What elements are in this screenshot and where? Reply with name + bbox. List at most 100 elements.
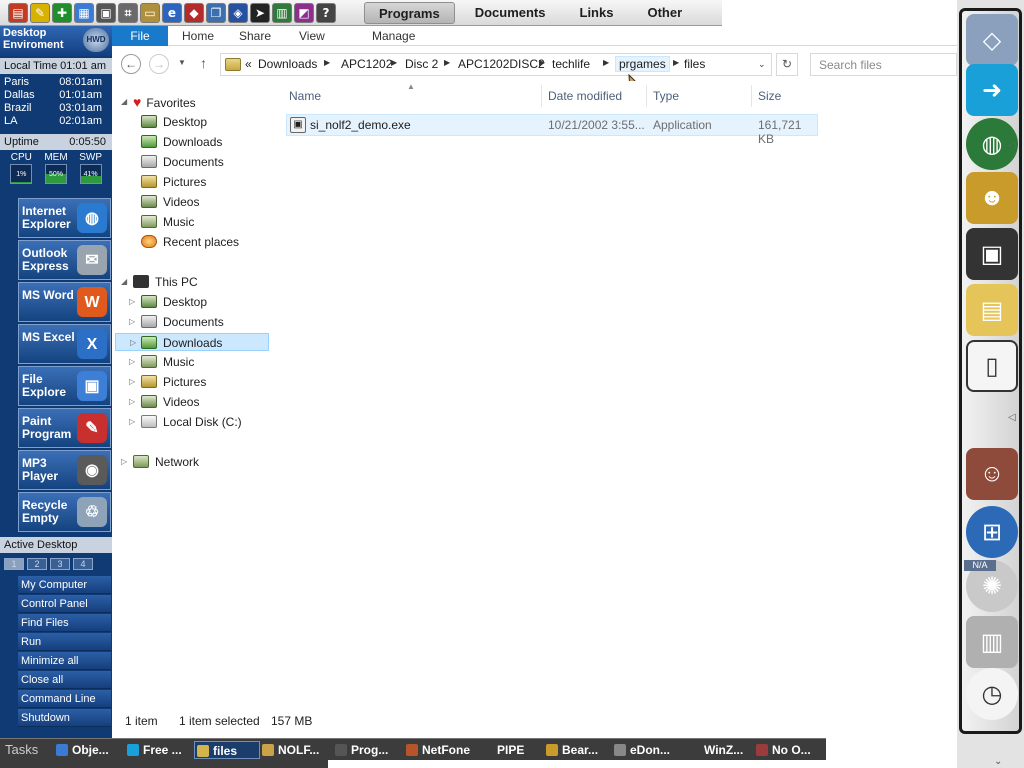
bookmark-icon[interactable]: ◆	[184, 3, 204, 23]
trash-icon[interactable]: ▥	[966, 616, 1018, 668]
tab-home[interactable]: Home	[182, 26, 214, 46]
launcher-speaker[interactable]: MP3 Player ◉	[18, 450, 111, 490]
menu-find-files[interactable]: Find Files	[18, 614, 111, 632]
file-row[interactable]: ▣ si_nolf2_demo.exe 10/21/2002 3:55... A…	[286, 114, 818, 146]
taskbar-item[interactable]: eDon...	[614, 741, 670, 759]
column-name[interactable]: Name	[289, 89, 321, 103]
chevron-right-icon[interactable]: ▶	[673, 58, 679, 67]
shield-icon[interactable]: ◈	[228, 3, 248, 23]
dock-arrow-icon[interactable]: ◁	[1008, 140, 1016, 151]
tree-fav-desktop[interactable]: Desktop	[141, 113, 207, 131]
tab-manage[interactable]: Manage	[372, 26, 415, 46]
expand-arrow-icon[interactable]: ▷	[129, 393, 135, 411]
tree-pc-local-disk-c-[interactable]: ▷ Local Disk (C:)	[129, 413, 242, 431]
bear-icon[interactable]: ☻	[966, 172, 1018, 224]
tree-fav-recent-places[interactable]: Recent places	[141, 233, 239, 251]
expand-arrow-icon[interactable]: ◢	[121, 93, 127, 111]
crumb-techlife[interactable]: techlife	[552, 57, 590, 71]
menu-command-line[interactable]: Command Line	[18, 690, 111, 708]
column-divider[interactable]	[751, 85, 752, 107]
export-arrow-icon[interactable]: ➜	[966, 64, 1018, 116]
launcher-recycle-bin[interactable]: Recycle Empty ♲	[18, 492, 111, 532]
tree-fav-videos[interactable]: Videos	[141, 193, 199, 211]
tree-this-pc[interactable]: ◢ This PC	[121, 273, 198, 291]
tree-pc-desktop[interactable]: ▷ Desktop	[129, 293, 207, 311]
cursor-icon[interactable]: ➤	[250, 3, 270, 23]
taskbar-item[interactable]: Free ...	[127, 741, 182, 759]
launcher-mail[interactable]: Outlook Express ✉	[18, 240, 111, 280]
up-arrow-icon[interactable]: ↑	[200, 55, 207, 71]
expand-arrow-icon[interactable]: ▷	[129, 353, 135, 371]
menu-programs[interactable]: Programs	[364, 2, 455, 24]
expand-arrow-icon[interactable]: ▷	[129, 373, 135, 391]
tree-favorites[interactable]: ◢ ♥ Favorites	[121, 93, 196, 111]
ie-icon[interactable]: e	[162, 3, 182, 23]
taskbar-item[interactable]: PIPE	[497, 741, 524, 759]
expand-arrow-icon[interactable]: ▷	[121, 453, 127, 471]
taskbar-item[interactable]: Bear...	[546, 741, 598, 759]
desktop-4-button[interactable]: 4	[73, 558, 93, 570]
expand-arrow-icon[interactable]: ▷	[129, 413, 135, 431]
chevron-right-icon[interactable]: ▶	[324, 58, 330, 67]
tree-pc-videos[interactable]: ▷ Videos	[129, 393, 199, 411]
menu-minimize-all[interactable]: Minimize all	[18, 652, 111, 670]
address-bar[interactable]: « Downloads ▶ APC1202 ▶ Disc 2 ▶ APC1202…	[220, 53, 772, 76]
column-divider[interactable]	[646, 85, 647, 107]
tree-pc-downloads[interactable]: ▷ Downloads	[115, 333, 269, 351]
menu-my-computer[interactable]: My Computer	[18, 576, 111, 594]
search-input[interactable]: Search files	[810, 53, 957, 76]
tab-share[interactable]: Share	[239, 26, 271, 46]
image-edit-icon[interactable]: ▣	[96, 3, 116, 23]
tree-pc-documents[interactable]: ▷ Documents	[129, 313, 224, 331]
column-type[interactable]: Type	[653, 89, 679, 103]
desktop-1-button[interactable]: 1	[4, 558, 24, 570]
taskbar-item[interactable]: NOLF...	[262, 741, 319, 759]
taskbar-item[interactable]: files	[194, 741, 260, 759]
launcher-folder[interactable]: File Explore ▣	[18, 366, 111, 406]
toolbox-icon[interactable]: ▤	[8, 3, 28, 23]
document-icon[interactable]: ▯	[966, 340, 1018, 392]
windows-orb-icon[interactable]: ⊞	[966, 506, 1018, 558]
folder-icon[interactable]: ▤	[966, 284, 1018, 336]
tree-pc-music[interactable]: ▷ Music	[129, 353, 194, 371]
crumb-downloads[interactable]: Downloads	[258, 57, 317, 71]
plus-icon[interactable]: ✚	[52, 3, 72, 23]
tree-network[interactable]: ▷ Network	[121, 453, 199, 471]
tree-fav-documents[interactable]: Documents	[141, 153, 224, 171]
expand-arrow-icon[interactable]: ▷	[129, 293, 135, 311]
copy-icon[interactable]: ❐	[206, 3, 226, 23]
dock-arrow-icon[interactable]: ◁	[1008, 412, 1016, 423]
crumb-apc1202disc2[interactable]: APC1202DISC2	[458, 57, 545, 71]
taskbar-item[interactable]: Obje...	[56, 741, 109, 759]
tree-fav-pictures[interactable]: Pictures	[141, 173, 206, 191]
chevron-right-icon[interactable]: ▶	[603, 58, 609, 67]
tree-pc-pictures[interactable]: ▷ Pictures	[129, 373, 206, 391]
taskbar-item[interactable]: WinZ...	[704, 741, 743, 759]
address-dropdown-chevron-icon[interactable]: ⌄	[758, 59, 766, 70]
drive-icon[interactable]: ▭	[140, 3, 160, 23]
launcher-globe[interactable]: Internet Explorer ◍	[18, 198, 111, 238]
column-size[interactable]: Size	[758, 89, 781, 103]
expand-arrow-icon[interactable]: ▷	[129, 313, 135, 331]
recent-locations-chevron-icon[interactable]: ▼	[178, 58, 186, 67]
network-icon[interactable]: ⌗	[118, 3, 138, 23]
taskbar-item[interactable]: Prog...	[335, 741, 388, 759]
map-icon[interactable]: ◇	[966, 14, 1018, 66]
crumb-disc2[interactable]: Disc 2	[405, 57, 438, 71]
launcher-excel[interactable]: MS Excel X	[18, 324, 111, 364]
book-icon[interactable]: ◩	[294, 3, 314, 23]
dock-scroll-down-icon[interactable]: ⌄	[994, 756, 1002, 767]
refresh-icon[interactable]: ↻	[776, 53, 798, 76]
tree-fav-music[interactable]: Music	[141, 213, 194, 231]
tab-view[interactable]: View	[299, 26, 325, 46]
menu-documents[interactable]: Documents	[461, 2, 560, 24]
crumb-prgames[interactable]: prgames	[615, 56, 670, 72]
clock-icon[interactable]: ◷	[966, 668, 1018, 720]
menu-control-panel[interactable]: Control Panel	[18, 595, 111, 613]
menu-close-all[interactable]: Close all	[18, 671, 111, 689]
expand-arrow-icon[interactable]: ▷	[130, 334, 136, 352]
chevron-right-icon[interactable]: ▶	[444, 58, 450, 67]
chevron-right-icon[interactable]: ▶	[391, 58, 397, 67]
column-divider[interactable]	[541, 85, 542, 107]
expand-arrow-icon[interactable]: ◢	[121, 273, 127, 291]
